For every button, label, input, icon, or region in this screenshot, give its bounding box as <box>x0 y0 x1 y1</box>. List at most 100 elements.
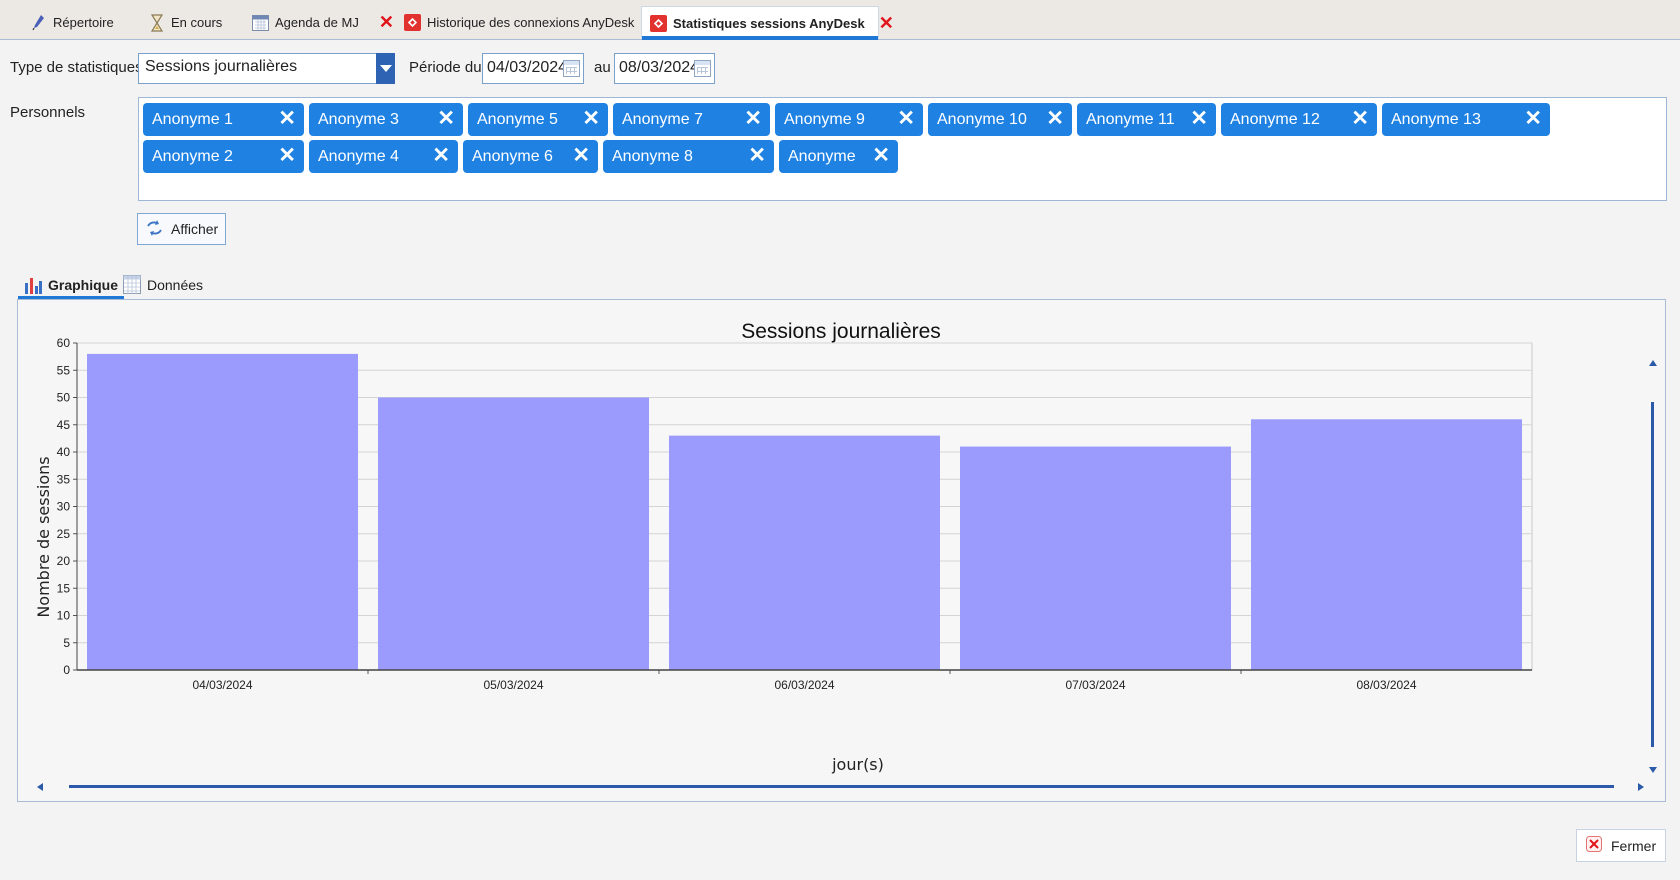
y-tick-label: 25 <box>57 527 71 541</box>
date-from-value: 04/03/2024 <box>487 59 568 76</box>
close-icon[interactable]: ✕ <box>879 13 894 34</box>
tab-en-cours[interactable]: En cours <box>140 6 230 39</box>
personnel-chip: Anonyme 5 ✕ <box>468 103 608 136</box>
chart-bar <box>378 397 649 670</box>
close-icon[interactable]: ✕ <box>1524 108 1542 130</box>
x-axis-title: jour(s) <box>831 755 884 774</box>
close-icon[interactable]: ✕ <box>379 12 394 33</box>
x-tick-label: 05/03/2024 <box>483 678 543 692</box>
close-icon[interactable]: ✕ <box>1190 108 1208 130</box>
personnel-chip: Anonyme 8 ✕ <box>603 140 774 173</box>
afficher-label: Afficher <box>171 221 219 237</box>
fermer-button[interactable]: Fermer <box>1576 829 1666 862</box>
personnel-chip: Anonyme 9 ✕ <box>775 103 923 136</box>
y-tick-label: 50 <box>57 391 71 405</box>
calendar-icon[interactable] <box>563 60 580 77</box>
close-icon[interactable]: ✕ <box>437 108 455 130</box>
close-icon[interactable]: ✕ <box>572 145 590 167</box>
chart-title: Sessions journalières <box>741 320 941 343</box>
tab-repertoire[interactable]: Répertoire <box>22 6 122 39</box>
fermer-label: Fermer <box>1611 837 1657 854</box>
type-statistiques-select[interactable]: Sessions journalières <box>138 53 395 84</box>
afficher-button[interactable]: Afficher <box>137 213 226 245</box>
anydesk-icon <box>404 14 421 31</box>
type-statistiques-value: Sessions journalières <box>145 58 298 75</box>
chart-canvas: Sessions journalières 0 5 10 15 20 25 30 35 40 45… <box>34 320 1657 791</box>
chart-panel: Sessions journalières 0 5 10 15 20 25 30 35 40 45… <box>17 299 1666 802</box>
personnel-chip: Anonyme 3 ✕ <box>309 103 463 136</box>
y-tick-label: 30 <box>57 500 71 514</box>
date-to-field[interactable]: 08/03/2024 <box>614 53 715 84</box>
chip-label: Anonyme 12 <box>1230 110 1320 128</box>
close-icon[interactable]: ✕ <box>872 145 890 167</box>
chip-label: Anonyme <box>788 147 856 165</box>
table-icon <box>123 274 141 297</box>
close-icon[interactable]: ✕ <box>748 145 766 167</box>
tab-label: Agenda de MJ <box>275 15 359 30</box>
date-to-value: 08/03/2024 <box>619 59 700 76</box>
tab-historique-anydesk[interactable]: Historique des connexions AnyDesk ✕ <box>396 6 677 39</box>
periode-label: Période du <box>409 59 482 76</box>
scroll-up-arrow <box>1649 360 1657 366</box>
tab-label: En cours <box>171 15 223 30</box>
personnel-chip: Anonyme 4 ✕ <box>309 140 458 173</box>
y-tick-label: 15 <box>57 581 71 595</box>
x-tick-label: 06/03/2024 <box>774 678 834 692</box>
chip-label: Anonyme 2 <box>152 147 233 165</box>
chart-bar <box>1251 419 1522 670</box>
chevron-down-icon[interactable] <box>376 53 395 84</box>
personnel-chip: Anonyme 6 ✕ <box>463 140 598 173</box>
calendar-icon[interactable] <box>694 60 711 77</box>
scroll-right-arrow <box>1638 783 1644 791</box>
chip-label: Anonyme 10 <box>937 110 1027 128</box>
y-tick-label: 60 <box>57 336 71 350</box>
scroll-down-arrow <box>1649 767 1657 773</box>
close-icon[interactable]: ✕ <box>278 108 296 130</box>
chip-label: Anonyme 11 <box>1086 110 1175 128</box>
close-icon[interactable]: ✕ <box>1046 108 1064 130</box>
chip-label: Anonyme 13 <box>1391 110 1481 128</box>
vertical-scrollbar[interactable] <box>1649 360 1657 773</box>
close-icon[interactable]: ✕ <box>278 145 296 167</box>
chip-label: Anonyme 4 <box>318 147 399 165</box>
chart-bar <box>87 353 358 670</box>
x-tick-label: 04/03/2024 <box>192 678 252 692</box>
personnel-chip: Anonyme 12 ✕ <box>1221 103 1377 136</box>
chip-label: Anonyme 8 <box>612 147 693 165</box>
horizontal-scrollbar[interactable] <box>37 783 1644 791</box>
close-icon[interactable]: ✕ <box>1351 108 1369 130</box>
scroll-left-arrow <box>37 783 43 791</box>
chip-label: Anonyme 5 <box>477 110 558 128</box>
chip-label: Anonyme 1 <box>152 110 233 128</box>
y-tick-label: 5 <box>63 636 70 650</box>
close-icon[interactable]: ✕ <box>582 108 600 130</box>
tab-graphique[interactable]: Graphique <box>18 270 125 300</box>
tab-label: Historique des connexions AnyDesk <box>427 15 635 30</box>
y-tick-label: 35 <box>57 472 71 486</box>
x-tick-label: 07/03/2024 <box>1065 678 1125 692</box>
personnel-chip: Anonyme 13 ✕ <box>1382 103 1550 136</box>
tab-agenda-de-mj[interactable]: Agenda de MJ ✕ <box>244 6 402 39</box>
close-icon[interactable]: ✕ <box>744 108 762 130</box>
tab-donnees[interactable]: Données <box>117 270 209 300</box>
chip-label: Anonyme 6 <box>472 147 553 165</box>
date-from-field[interactable]: 04/03/2024 <box>482 53 584 84</box>
chip-label: Anonyme 3 <box>318 110 399 128</box>
tab-donnees-label: Données <box>147 277 204 293</box>
personnel-chip: Anonyme 10 ✕ <box>928 103 1072 136</box>
close-icon[interactable]: ✕ <box>432 145 450 167</box>
vertical-scroll-thumb <box>1651 402 1654 747</box>
au-label: au <box>594 59 611 76</box>
calendar-icon <box>252 14 269 31</box>
y-axis-title: Nombre de sessions <box>34 456 53 617</box>
personnels-multiselect[interactable]: Anonyme 1 ✕ Anonyme 3 ✕ Anonyme 5 ✕ Anonyme… <box>138 97 1667 201</box>
y-tick-label: 45 <box>57 418 71 432</box>
personnels-label: Personnels <box>10 104 86 121</box>
close-icon[interactable]: ✕ <box>897 108 915 130</box>
x-tick-label: 08/03/2024 <box>1356 678 1416 692</box>
y-tick-label: 10 <box>57 609 71 623</box>
tab-statistiques-anydesk[interactable]: Statistiques sessions AnyDesk ✕ <box>641 6 894 40</box>
anydesk-icon <box>650 14 667 32</box>
personnel-chip: Anonyme ✕ <box>779 140 898 173</box>
close-icon <box>1585 835 1603 856</box>
